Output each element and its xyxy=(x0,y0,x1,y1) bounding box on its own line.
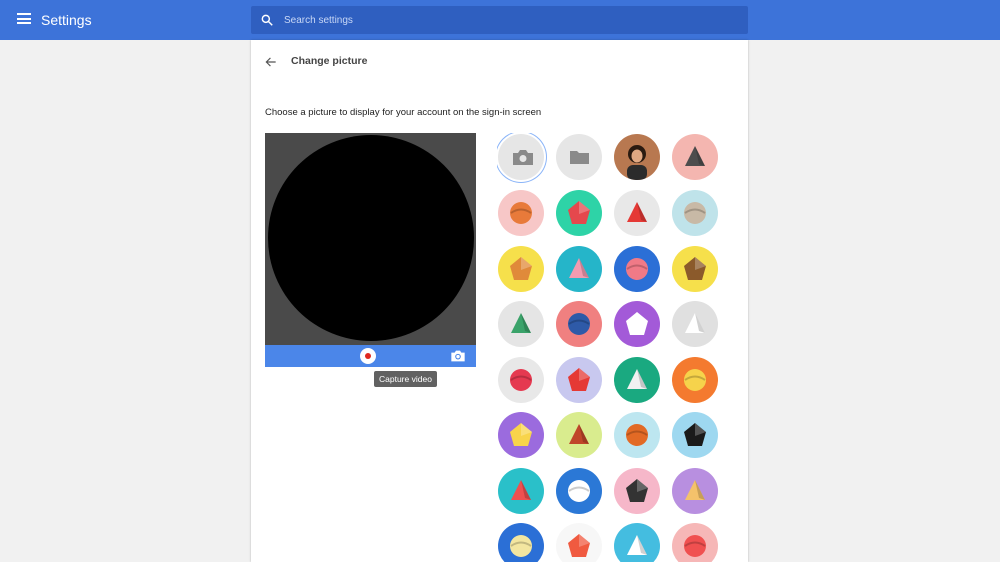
pizza-avatar[interactable] xyxy=(672,468,718,514)
profile-photo[interactable] xyxy=(614,134,660,180)
cheese-icon xyxy=(510,423,532,446)
bicycle-avatar[interactable] xyxy=(556,468,602,514)
take-photo-option[interactable] xyxy=(498,134,544,180)
record-video-button[interactable] xyxy=(360,348,376,364)
camera-preview xyxy=(265,133,476,345)
plate-avatar[interactable] xyxy=(614,357,660,403)
pizza-icon xyxy=(685,480,705,500)
page-description: Choose a picture to display for your acc… xyxy=(265,107,542,118)
birds-avatar[interactable] xyxy=(498,357,544,403)
monkey-avatar[interactable] xyxy=(672,246,718,292)
capture-video-tooltip: Capture video xyxy=(374,371,437,387)
shapes-icon xyxy=(627,535,647,555)
egg-avatar[interactable] xyxy=(672,357,718,403)
panda-icon xyxy=(626,312,648,335)
vinyl-record-icon xyxy=(684,423,706,446)
camera-icon xyxy=(513,150,533,165)
monkey-icon xyxy=(684,257,706,280)
shapes-avatar[interactable] xyxy=(614,523,660,562)
football-avatar[interactable] xyxy=(556,412,602,458)
watermelon-avatar[interactable] xyxy=(556,190,602,236)
red-bird-avatar[interactable] xyxy=(614,190,660,236)
dragon-avatar[interactable] xyxy=(498,301,544,347)
watermelon-icon xyxy=(568,201,590,224)
sushi-icon xyxy=(511,480,531,500)
egg-icon xyxy=(684,369,706,391)
app-header: Settings xyxy=(0,0,1000,40)
red-bird-icon xyxy=(627,202,647,222)
page-title: Change picture xyxy=(291,55,368,67)
cat-avatar[interactable] xyxy=(672,190,718,236)
dragon-icon xyxy=(511,313,531,333)
app-title: Settings xyxy=(41,12,92,28)
bicycle-icon xyxy=(568,480,590,502)
search-icon xyxy=(261,14,273,26)
fox-icon xyxy=(510,202,532,224)
butterfly-icon xyxy=(626,258,648,280)
basketball-avatar[interactable] xyxy=(614,412,660,458)
smile-icon xyxy=(568,534,590,557)
penguin-icon xyxy=(685,146,705,166)
plate-icon xyxy=(627,369,647,389)
camera-feed xyxy=(268,135,474,341)
unicorn-icon xyxy=(685,313,705,333)
sunglasses-icon xyxy=(626,479,648,502)
panda-avatar[interactable] xyxy=(614,301,660,347)
picture-grid xyxy=(497,133,722,562)
dog-avatar[interactable] xyxy=(498,246,544,292)
take-photo-icon[interactable] xyxy=(450,349,466,363)
search-input[interactable] xyxy=(284,6,734,34)
choose-file-option[interactable] xyxy=(556,134,602,180)
basketball-icon xyxy=(626,424,648,446)
elephant-avatar[interactable] xyxy=(556,301,602,347)
cheese-avatar[interactable] xyxy=(498,412,544,458)
back-arrow-icon[interactable] xyxy=(264,55,278,69)
sushi-avatar[interactable] xyxy=(498,468,544,514)
smile-avatar[interactable] xyxy=(556,523,602,562)
ice-cream-icon xyxy=(684,535,706,557)
search-box[interactable] xyxy=(251,6,748,34)
penguin-avatar[interactable] xyxy=(672,134,718,180)
ice-cream-avatar[interactable] xyxy=(672,523,718,562)
fox-avatar[interactable] xyxy=(498,190,544,236)
rabbit-avatar[interactable] xyxy=(556,246,602,292)
profile-photo-icon xyxy=(627,145,647,180)
camera-toolbar xyxy=(265,345,476,367)
sandwich-icon xyxy=(510,535,532,557)
rabbit-icon xyxy=(569,258,589,278)
sandwich-avatar[interactable] xyxy=(498,523,544,562)
vinyl-record-avatar[interactable] xyxy=(672,412,718,458)
cardinal-avatar[interactable] xyxy=(556,357,602,403)
unicorn-avatar[interactable] xyxy=(672,301,718,347)
birds-icon xyxy=(510,369,532,391)
elephant-icon xyxy=(568,313,590,335)
cat-icon xyxy=(684,202,706,224)
butterfly-avatar[interactable] xyxy=(614,246,660,292)
sunglasses-avatar[interactable] xyxy=(614,468,660,514)
settings-card: Change picture Choose a picture to displ… xyxy=(251,40,748,562)
cardinal-icon xyxy=(568,368,590,391)
menu-icon[interactable] xyxy=(17,13,31,24)
folder-icon xyxy=(570,151,589,164)
football-icon xyxy=(569,424,589,444)
dog-icon xyxy=(510,257,532,280)
